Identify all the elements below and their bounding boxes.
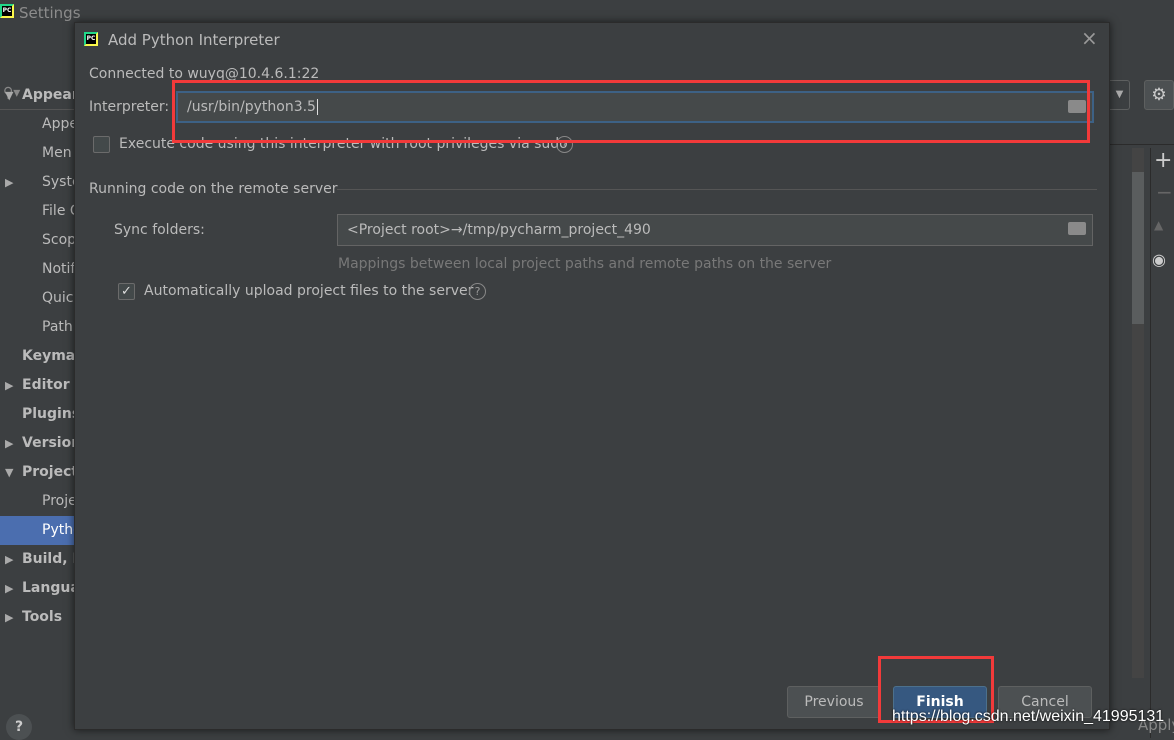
section-divider: [337, 189, 1097, 190]
sidebar-item-label: Langua: [22, 580, 80, 596]
folder-icon[interactable]: [1068, 222, 1086, 235]
sidebar-item[interactable]: Quic: [0, 284, 80, 313]
sync-hint: Mappings between local project paths and…: [338, 256, 832, 272]
sidebar-item[interactable]: ▼ Appear: [0, 81, 80, 110]
expanded-arrow-icon[interactable]: ▼: [5, 81, 13, 110]
sidebar-item[interactable]: ▶ Syste: [0, 168, 80, 197]
previous-button[interactable]: Previous: [787, 686, 881, 718]
gear-icon[interactable]: ⚙: [1144, 80, 1174, 110]
sidebar-item-label: Project:: [22, 464, 80, 480]
sidebar-item[interactable]: Plugins: [0, 400, 80, 429]
sidebar-item[interactable]: Proje: [0, 487, 80, 516]
sidebar-item[interactable]: ▼ Project:: [0, 458, 80, 487]
sidebar-item-label: Tools: [22, 609, 63, 625]
pycharm-logo-icon: PC: [0, 4, 14, 18]
sudo-checkbox[interactable]: [93, 136, 110, 153]
pycharm-logo-icon: PC: [84, 32, 98, 46]
upload-label: Automatically upload project files to th…: [144, 283, 474, 299]
sidebar-item[interactable]: Men: [0, 139, 80, 168]
sidebar-item[interactable]: Notifi: [0, 255, 80, 284]
help-icon[interactable]: ?: [469, 283, 486, 300]
sidebar-item[interactable]: Keymap: [0, 342, 80, 371]
collapsed-arrow-icon[interactable]: ▶: [5, 545, 13, 574]
sidebar-item[interactable]: ▶ Editor: [0, 371, 80, 400]
sync-folders-value: <Project root>→/tmp/pycharm_project_490: [347, 222, 651, 238]
sidebar-item-label: Appe: [42, 116, 78, 132]
sync-folders-label: Sync folders:: [114, 222, 205, 238]
interpreter-dropdown-arrow[interactable]: ▼: [1110, 80, 1130, 110]
sidebar-item-label: Scop: [42, 232, 77, 248]
section-title: Running code on the remote server: [89, 181, 338, 197]
collapsed-arrow-icon[interactable]: ▶: [5, 574, 13, 603]
sidebar-item-label: Path: [42, 319, 73, 335]
sidebar-item[interactable]: File C: [0, 197, 80, 226]
sidebar-item[interactable]: Path: [0, 313, 80, 342]
sidebar-item[interactable]: ▶ Langua: [0, 574, 80, 603]
watermark: https://blog.csdn.net/weixin_41995131: [892, 708, 1165, 725]
collapsed-arrow-icon[interactable]: ▶: [5, 429, 13, 458]
move-up-icon[interactable]: ▲: [1154, 218, 1163, 232]
sidebar-item-label: Appear: [22, 87, 79, 103]
sidebar-item[interactable]: ▶ Tools: [0, 603, 80, 632]
close-icon[interactable]: ×: [1081, 26, 1098, 50]
collapsed-arrow-icon[interactable]: ▶: [5, 371, 13, 400]
sidebar-item[interactable]: ▶ Build, E: [0, 545, 80, 574]
add-icon[interactable]: +: [1154, 148, 1172, 173]
sidebar-item-label: Quic: [42, 290, 74, 306]
settings-right-pane: ▼ ⚙ + − ▲ ◉ Apply: [1110, 40, 1174, 738]
sidebar-item[interactable]: ▶ Version: [0, 429, 80, 458]
collapsed-arrow-icon[interactable]: ▶: [5, 168, 13, 197]
scrollbar-thumb[interactable]: [1132, 172, 1144, 324]
help-button[interactable]: ?: [6, 714, 32, 740]
sidebar-item-label: Build, E: [22, 551, 80, 567]
sidebar-item-label: Men: [42, 145, 72, 161]
sidebar-item-label: Plugins: [22, 406, 80, 422]
interpreter-label: Interpreter:: [89, 99, 170, 115]
expanded-arrow-icon[interactable]: ▼: [5, 458, 13, 487]
sidebar-item[interactable]: Appe: [0, 110, 80, 139]
settings-title: Settings: [19, 4, 81, 22]
sidebar-item[interactable]: Scop: [0, 226, 80, 255]
remove-icon[interactable]: −: [1156, 180, 1173, 204]
sync-folders-input[interactable]: <Project root>→/tmp/pycharm_project_490: [337, 214, 1093, 246]
highlight-interpreter: [172, 80, 1090, 143]
upload-checkbox[interactable]: ✓: [118, 283, 135, 300]
sidebar-item-label: Editor: [22, 377, 70, 393]
sidebar-item[interactable]: Pytho: [0, 516, 80, 545]
eye-icon[interactable]: ◉: [1152, 250, 1166, 269]
scrollbar-track: [1132, 148, 1144, 678]
collapsed-arrow-icon[interactable]: ▶: [5, 603, 13, 632]
sidebar-item-label: Keymap: [22, 348, 80, 364]
settings-sidebar: ⚲▾ ▼ Appear Appe Men ▶ Syste File C Scop Notifi Q…: [0, 40, 80, 738]
dialog-title: Add Python Interpreter: [108, 31, 280, 49]
sidebar-item-label: Proje: [42, 493, 77, 509]
sidebar-item-label: Version: [22, 435, 80, 451]
